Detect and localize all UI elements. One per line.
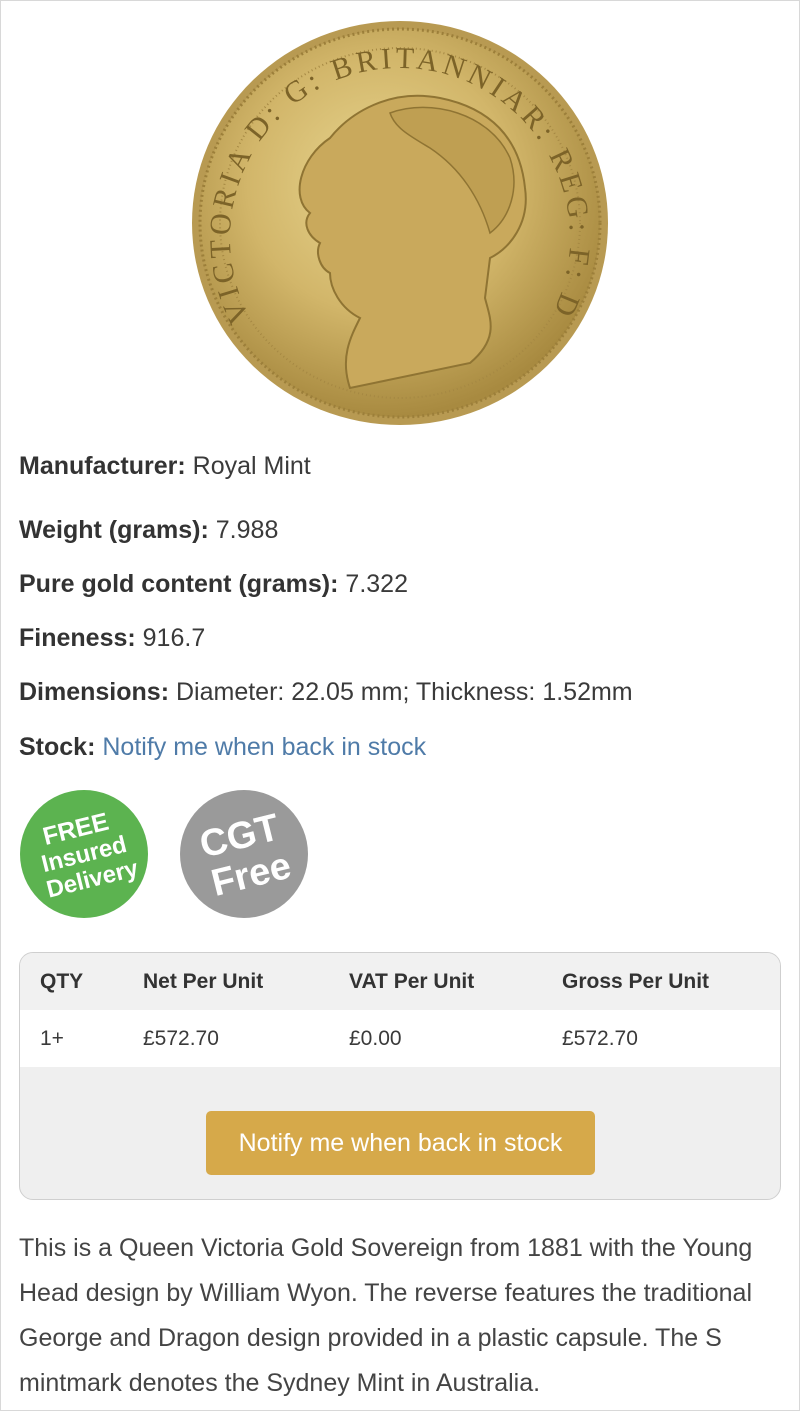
spec-dimensions: Dimensions: Diameter: 22.05 mm; Thicknes…	[19, 677, 633, 707]
spec-value: Diameter: 22.05 mm; Thickness: 1.52mm	[175, 678, 633, 706]
spec-value: Royal Mint	[192, 452, 311, 480]
cell-gross: £572.70	[562, 1027, 638, 1050]
spec-value: 7.988	[215, 516, 279, 544]
cell-qty: 1+	[40, 1027, 64, 1050]
spec-value: 7.322	[345, 570, 408, 598]
spec-stock: Stock: Notify me when back in stock	[19, 732, 426, 762]
cell-vat: £0.00	[349, 1027, 402, 1050]
spec-pure-gold: Pure gold content (grams): 7.322	[19, 569, 408, 599]
header-qty: QTY	[40, 970, 84, 993]
spec-value: 916.7	[142, 624, 206, 652]
free-delivery-badge: FREE Insured Delivery	[20, 790, 148, 918]
notify-me-button[interactable]: Notify me when back in stock	[206, 1111, 595, 1175]
header-net: Net Per Unit	[143, 970, 264, 993]
spec-label: Manufacturer:	[19, 452, 186, 480]
header-vat: VAT Per Unit	[349, 970, 475, 993]
table-row: 1+ £572.70 £0.00 £572.70	[20, 1010, 780, 1067]
cell-net: £572.70	[143, 1027, 219, 1050]
coin-image: VICTORIA D: G: BRITANNIAR: REG: F: D:	[190, 18, 610, 428]
price-table: QTY Net Per Unit VAT Per Unit Gross Per …	[19, 952, 781, 1200]
cgt-free-badge: CGT Free	[180, 790, 308, 918]
spec-label: Dimensions:	[19, 678, 170, 706]
price-table-header: QTY Net Per Unit VAT Per Unit Gross Per …	[20, 953, 780, 1010]
product-description: This is a Queen Victoria Gold Sovereign …	[19, 1234, 753, 1397]
notify-stock-link[interactable]: Notify me when back in stock	[102, 733, 426, 761]
spec-label: Pure gold content (grams):	[19, 570, 339, 598]
coin-illustration: VICTORIA D: G: BRITANNIAR: REG: F: D:	[190, 18, 608, 425]
header-gross: Gross Per Unit	[562, 970, 710, 993]
spec-weight: Weight (grams): 7.988	[19, 515, 278, 545]
spec-fineness: Fineness: 916.7	[19, 623, 205, 653]
spec-label: Weight (grams):	[19, 516, 209, 544]
spec-label: Stock:	[19, 733, 96, 761]
spec-manufacturer: Manufacturer: Royal Mint	[19, 451, 311, 481]
spec-label: Fineness:	[19, 624, 136, 652]
